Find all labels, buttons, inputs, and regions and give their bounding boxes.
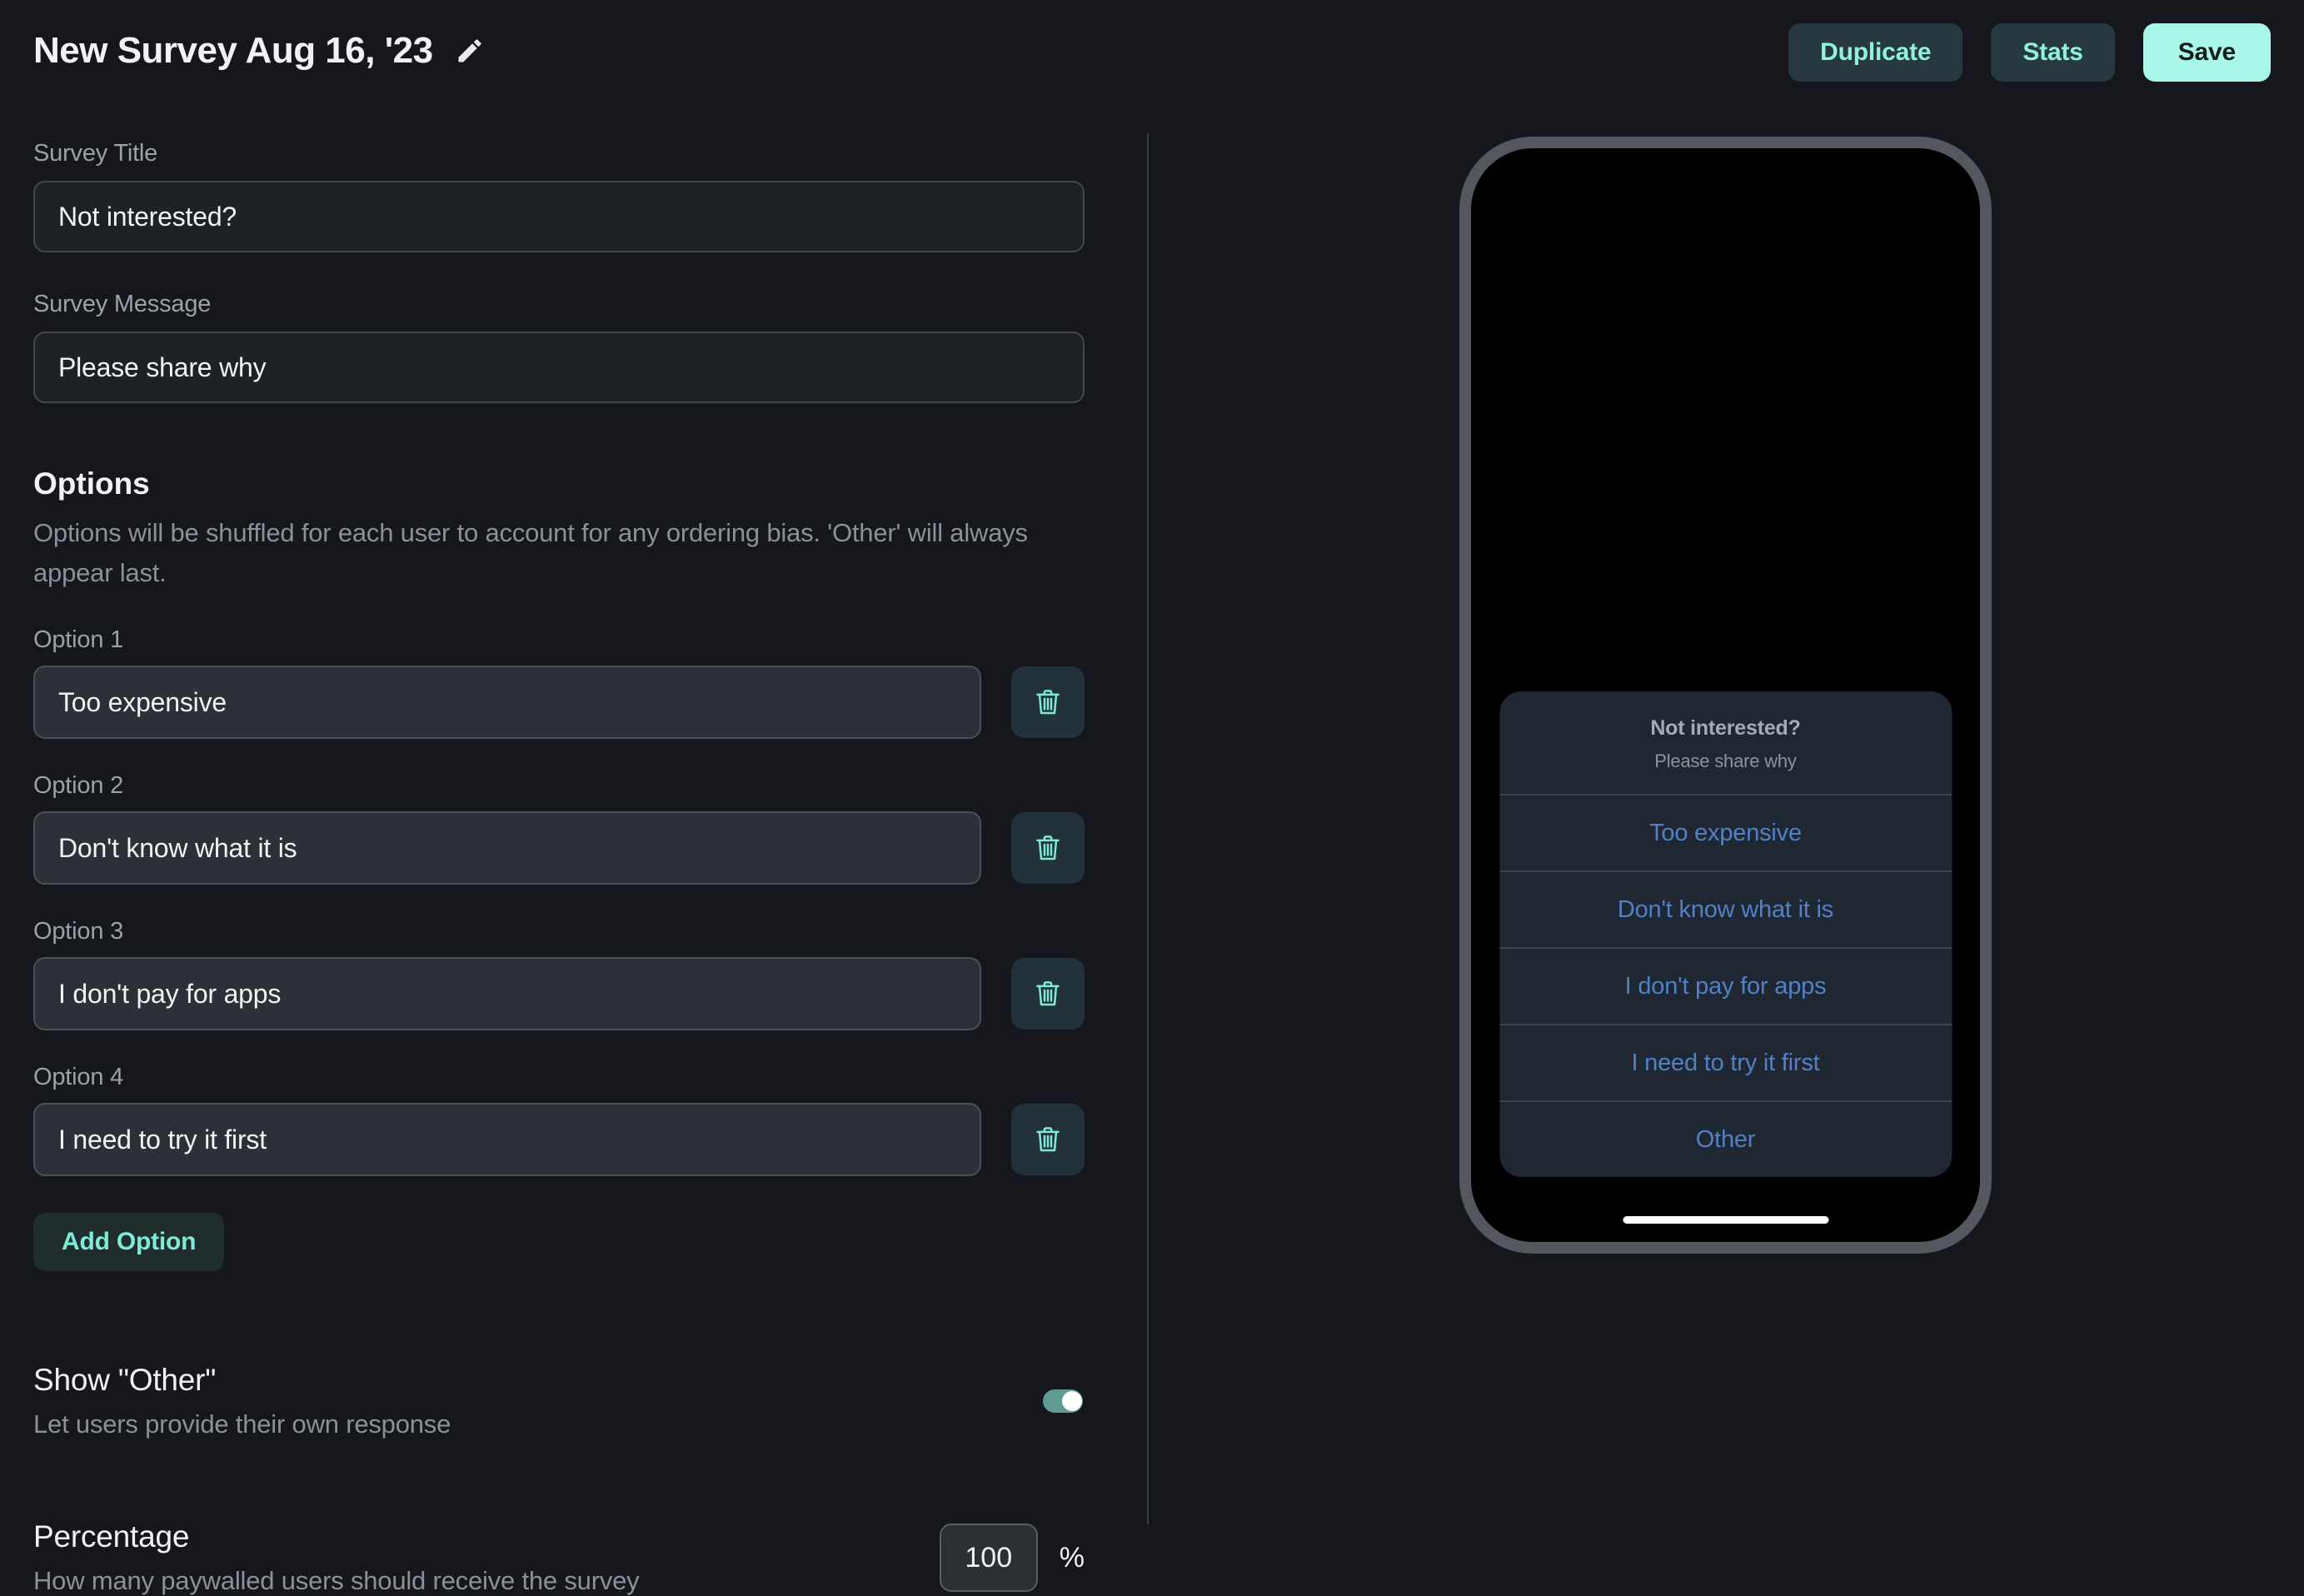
- percentage-input[interactable]: [940, 1524, 1038, 1592]
- options-heading: Options: [33, 466, 1085, 501]
- show-other-text: Show "Other" Let users provide their own…: [33, 1363, 451, 1439]
- option-2-input[interactable]: [33, 811, 981, 885]
- trash-icon: [1031, 977, 1065, 1010]
- alert-option-dont-know[interactable]: Don't know what it is: [1499, 870, 1952, 947]
- alert-title: Not interested?: [1519, 716, 1932, 741]
- panel-divider: [1147, 133, 1149, 1524]
- survey-title-input[interactable]: [33, 181, 1085, 252]
- survey-message-input[interactable]: [33, 332, 1085, 403]
- pencil-icon[interactable]: [455, 36, 485, 66]
- show-other-description: Let users provide their own response: [33, 1409, 451, 1439]
- trash-icon: [1031, 831, 1065, 865]
- percent-sign: %: [1060, 1542, 1085, 1574]
- option-3-delete-button[interactable]: [1011, 958, 1085, 1030]
- option-4-input[interactable]: [33, 1103, 981, 1176]
- toggle-knob: [1062, 1391, 1082, 1411]
- show-other-toggle[interactable]: [1043, 1389, 1083, 1413]
- alert-message: Please share why: [1519, 751, 1932, 772]
- option-1-input[interactable]: [33, 666, 981, 739]
- alert-option-dont-pay[interactable]: I don't pay for apps: [1499, 947, 1952, 1024]
- survey-title-label: Survey Title: [33, 140, 1085, 167]
- percentage-description: How many paywalled users should receive …: [33, 1566, 639, 1596]
- percentage-input-wrap: %: [940, 1524, 1085, 1592]
- option-2-delete-button[interactable]: [1011, 812, 1085, 884]
- trash-icon: [1031, 1123, 1065, 1156]
- save-button[interactable]: Save: [2143, 23, 2271, 82]
- survey-alert: Not interested? Please share why Too exp…: [1499, 691, 1952, 1177]
- options-description: Options will be shuffled for each user t…: [33, 513, 1045, 593]
- page-title-wrap: New Survey Aug 16, '23: [33, 23, 485, 72]
- percentage-text: Percentage How many paywalled users shou…: [33, 1519, 639, 1596]
- percentage-heading: Percentage: [33, 1519, 639, 1554]
- option-1-delete-button[interactable]: [1011, 666, 1085, 738]
- stats-button[interactable]: Stats: [1991, 23, 2114, 82]
- add-option-button[interactable]: Add Option: [33, 1213, 224, 1271]
- option-3-label: Option 3: [33, 918, 1085, 945]
- show-other-heading: Show "Other": [33, 1363, 451, 1398]
- percentage-section: Percentage How many paywalled users shou…: [33, 1519, 1085, 1596]
- page-title: New Survey Aug 16, '23: [33, 30, 433, 72]
- alert-header: Not interested? Please share why: [1499, 691, 1952, 794]
- option-3-row: [33, 957, 1085, 1030]
- option-2-label: Option 2: [33, 772, 1085, 800]
- trash-icon: [1031, 686, 1065, 719]
- alert-option-other[interactable]: Other: [1499, 1100, 1952, 1177]
- home-indicator[interactable]: [1623, 1216, 1828, 1224]
- survey-message-label: Survey Message: [33, 291, 1085, 318]
- phone-preview: Not interested? Please share why Too exp…: [1459, 137, 1992, 1254]
- option-2-row: [33, 811, 1085, 885]
- header-buttons: Duplicate Stats Save: [1788, 23, 2271, 82]
- header: New Survey Aug 16, '23 Duplicate Stats S…: [0, 0, 2304, 133]
- option-4-row: [33, 1103, 1085, 1176]
- option-1-label: Option 1: [33, 626, 1085, 654]
- show-other-section: Show "Other" Let users provide their own…: [33, 1363, 1085, 1439]
- alert-option-too-expensive[interactable]: Too expensive: [1499, 794, 1952, 870]
- option-3-input[interactable]: [33, 957, 981, 1030]
- alert-option-try-first[interactable]: I need to try it first: [1499, 1024, 1952, 1100]
- option-4-delete-button[interactable]: [1011, 1104, 1085, 1175]
- duplicate-button[interactable]: Duplicate: [1788, 23, 1962, 82]
- option-1-row: [33, 666, 1085, 739]
- survey-form-panel: Survey Title Survey Message Options Opti…: [33, 140, 1085, 1596]
- option-4-label: Option 4: [33, 1064, 1085, 1091]
